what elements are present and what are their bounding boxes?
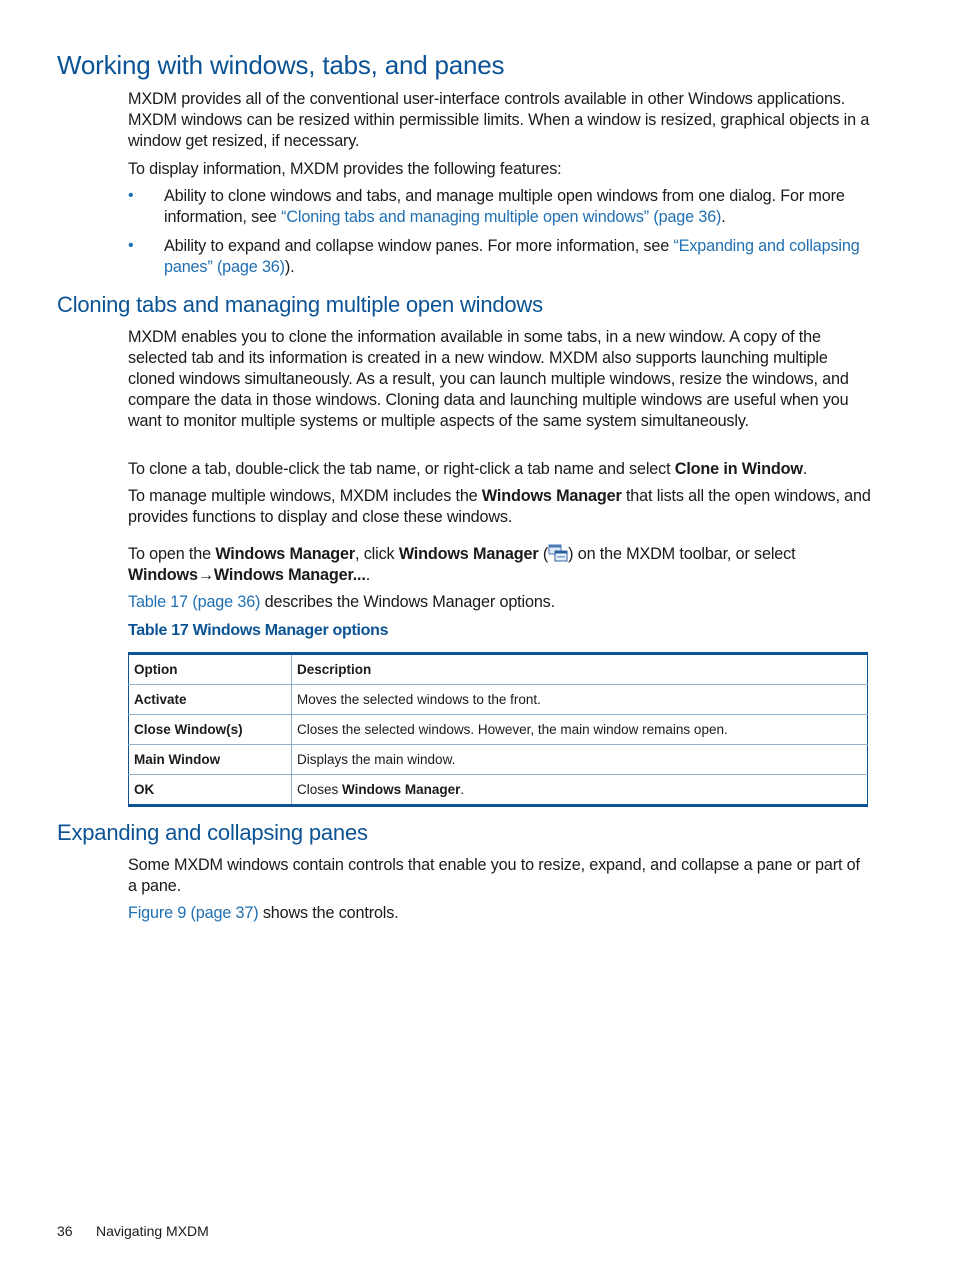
cloning-paragraph: MXDM enables you to clone the informatio… [128,328,849,430]
bullet-icon: • [128,237,134,254]
windows-manager-label: Windows Manager [342,782,461,797]
description-cell: Closes Windows Manager. [291,774,868,806]
open-windows-manager-instructions: To open the Windows Manager, click Windo… [128,544,873,586]
text: . [365,566,371,584]
text: shows the controls. [258,904,399,922]
link-figure-9[interactable]: Figure 9 (page 37) [128,904,259,922]
text: . [460,782,465,797]
text: describes the Windows Manager options. [260,593,555,611]
section-title-working-with-windows: Working with windows, tabs, and panes [57,50,505,80]
bullet-tail: . [721,208,726,226]
text: , click [355,545,399,563]
bullet-icon: • [128,187,134,204]
windows-menu-label: Windows [128,566,198,584]
description-cell: Displays the main window. [291,744,868,775]
link-table-17[interactable]: Table 17 (page 36) [128,593,260,611]
table-header-row: Option Description [128,653,868,685]
table-row: OK Closes Windows Manager. [128,774,868,806]
features-lead: To display information, MXDM provides th… [128,160,562,178]
windows-manager-options-table: Option Description Activate Moves the se… [128,652,868,807]
footer-chapter-title: Navigating MXDM [96,1223,209,1239]
option-cell: Close Window(s) [128,714,292,745]
intro-paragraph: MXDM provides all of the conventional us… [128,90,870,150]
text: To manage multiple windows, MXDM include… [128,487,482,505]
windows-manager-label: Windows Manager [215,545,356,563]
bullet-tail: ). [284,258,295,276]
clone-tab-instructions: To clone a tab, double-click the tab nam… [128,459,873,480]
menu-arrow-icon: → [197,566,214,584]
text: ( [538,545,549,563]
column-header-option: Option [128,653,292,685]
table-reference-paragraph: Table 17 (page 36) describes the Windows… [128,592,873,613]
clone-in-window-label: Clone in Window [674,460,803,478]
option-cell: Activate [128,684,292,715]
text: ) on the MXDM toolbar, or select [568,545,796,563]
windows-manager-description: To manage multiple windows, MXDM include… [128,486,873,528]
section-title-cloning-tabs: Cloning tabs and managing multiple open … [57,292,543,317]
text: To open the [128,545,216,563]
bullet-item-clone: Ability to clone windows and tabs, and m… [164,186,874,228]
link-cloning-tabs[interactable]: “Cloning tabs and managing multiple open… [281,208,721,226]
bullet-text: Ability to expand and collapse window pa… [164,237,674,255]
windows-manager-menu-item: Windows Manager... [213,566,366,584]
column-header-description: Description [291,653,868,685]
description-cell: Moves the selected windows to the front. [291,684,868,715]
figure-reference-paragraph: Figure 9 (page 37) shows the controls. [128,903,873,924]
windows-manager-icon [548,544,568,562]
section-title-expanding-panes: Expanding and collapsing panes [57,820,368,845]
table-row: Close Window(s) Closes the selected wind… [128,714,868,745]
windows-manager-label: Windows Manager [398,545,539,563]
option-cell: OK [128,774,292,806]
table-row: Activate Moves the selected windows to t… [128,684,868,715]
table-caption: Table 17 Windows Manager options [128,622,389,639]
expanding-paragraph: Some MXDM windows contain controls that … [128,856,860,895]
windows-manager-label: Windows Manager [481,487,622,505]
table-row: Main Window Displays the main window. [128,744,868,775]
text: Closes [297,782,343,797]
description-cell: Closes the selected windows. However, th… [291,714,868,745]
bullet-item-expand: Ability to expand and collapse window pa… [164,236,874,278]
option-cell: Main Window [128,744,292,775]
text: To clone a tab, double-click the tab nam… [128,460,675,478]
page-number: 36 [57,1223,73,1239]
text: . [802,460,808,478]
